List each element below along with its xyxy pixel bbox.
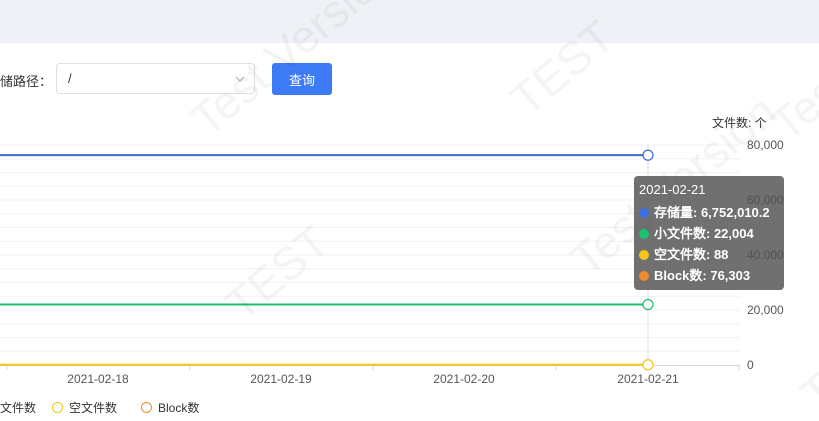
- tooltip-row: Block数: 76,303: [639, 265, 779, 286]
- legend-label: Block数: [158, 401, 199, 415]
- y-tick-label: 0: [747, 358, 754, 372]
- tooltip-row: 空文件数: 88: [639, 244, 779, 265]
- series-point-0: [643, 150, 653, 160]
- y-tick-label: 20,000: [747, 303, 784, 317]
- chart-tooltip: 2021-02-21 存储量: 6,752,010.2 小文件数: 22,004 空…: [634, 176, 784, 290]
- series-dot-icon: [639, 250, 649, 260]
- y-tick-label: 80,000: [747, 138, 784, 152]
- tooltip-row: 小文件数: 22,004: [639, 223, 779, 244]
- tooltip-date: 2021-02-21: [639, 182, 779, 198]
- x-tick-label: 2021-02-20: [433, 372, 495, 386]
- legend-label: 文件数: [0, 401, 36, 415]
- x-tick-label: 2021-02-18: [67, 372, 129, 386]
- tooltip-row-text: 存储量: 6,752,010.2: [654, 205, 770, 220]
- series-point-2: [643, 360, 653, 370]
- legend-label: 空文件数: [69, 401, 117, 415]
- series-dot-icon: [639, 229, 649, 239]
- series-dot-icon: [639, 208, 649, 218]
- x-tick-label: 2021-02-21: [617, 372, 679, 386]
- tooltip-row-text: 空文件数: 88: [654, 247, 728, 262]
- x-tick-label: 2021-02-19: [250, 372, 312, 386]
- series-point-1: [643, 299, 653, 309]
- y-axis-title: 文件数: 个: [712, 115, 767, 130]
- tooltip-row: 存储量: 6,752,010.2: [639, 202, 779, 223]
- tooltip-row-text: Block数: 76,303: [654, 268, 750, 283]
- tooltip-row-text: 小文件数: 22,004: [654, 226, 754, 241]
- series-dot-icon: [639, 271, 649, 281]
